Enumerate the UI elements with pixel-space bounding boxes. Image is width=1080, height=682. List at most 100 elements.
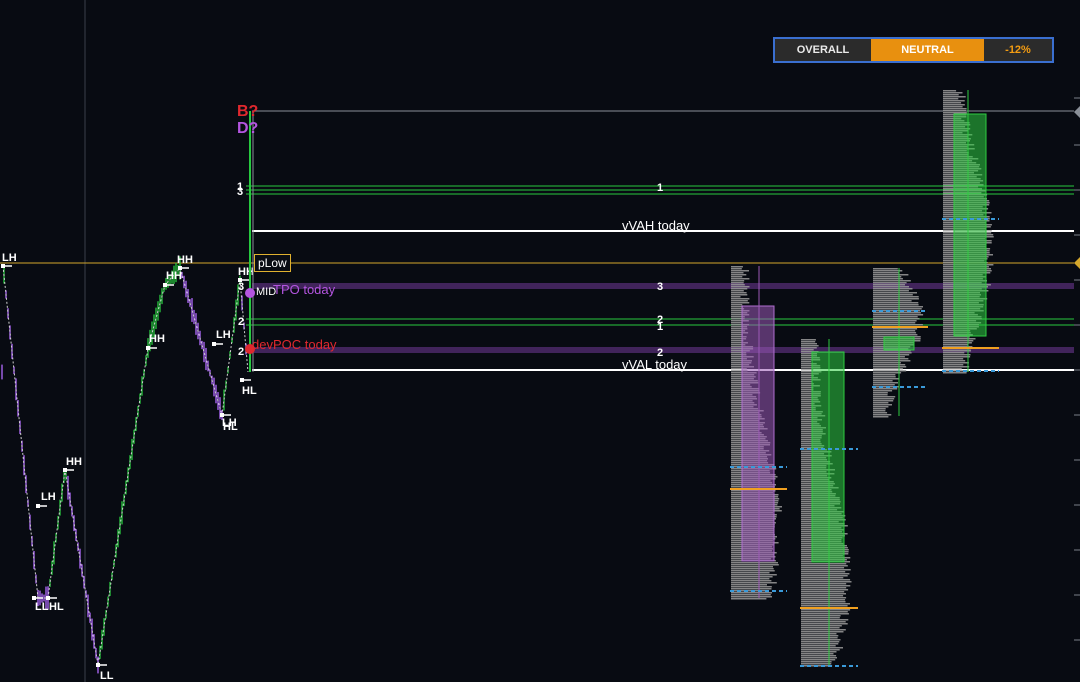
profile-bar	[873, 334, 918, 336]
vval-label: vVAL today	[622, 357, 688, 372]
profile-bar	[801, 569, 851, 571]
profile-bar	[731, 278, 750, 280]
count-label: 1	[657, 182, 663, 194]
profile-bar	[873, 394, 888, 396]
profile-bar	[731, 564, 779, 566]
profile-bar	[873, 366, 907, 368]
profile-bar	[801, 573, 850, 575]
profile-bar	[801, 647, 843, 649]
profile-bar	[801, 381, 813, 383]
vvah-label: vVAH today	[622, 218, 690, 233]
profile-bar	[943, 362, 969, 364]
devpoc-today-label: devPOC today	[252, 337, 337, 352]
profile-bar	[873, 354, 910, 356]
swing-label-hl-2: HL	[223, 421, 238, 433]
profile-bar	[731, 576, 773, 578]
profile-bar	[873, 416, 889, 418]
profile-bar	[731, 284, 745, 286]
profile-bar	[731, 568, 774, 570]
profile-bar	[801, 641, 840, 643]
profile-bar	[873, 328, 918, 330]
profile-bar	[731, 562, 778, 564]
profile-bar	[801, 605, 848, 607]
profile-bar	[801, 645, 836, 647]
swing-label-ll-2: LL	[100, 670, 114, 682]
profile-bar	[731, 306, 744, 308]
neutral-state-badge: NEUTRAL	[871, 39, 984, 61]
status-panel: OVERALL NEUTRAL -12%	[773, 37, 1054, 63]
swing-label-hl-1: HL	[49, 601, 64, 613]
profile-bar	[801, 635, 839, 637]
profile-bar	[801, 649, 840, 651]
profile-bar	[873, 292, 917, 294]
profile-bar	[943, 372, 967, 374]
profile-bar	[873, 302, 919, 304]
profile-bar	[873, 268, 898, 270]
profile-bar	[731, 304, 743, 306]
profile-bar	[801, 575, 848, 577]
profile-bar	[943, 106, 963, 108]
profile-bar	[943, 340, 974, 342]
profile-bar	[731, 588, 772, 590]
profile-bar	[873, 372, 902, 374]
profile-bar	[873, 332, 917, 334]
profile-bar	[801, 657, 837, 659]
value-area-purple	[741, 305, 775, 562]
profile-bar	[731, 272, 744, 274]
profile-bar	[873, 358, 909, 360]
price-chart[interactable]: LH HH HH HH HH LH HH LH LL LH HL LL HL H…	[0, 0, 1080, 682]
profile-bar	[943, 356, 971, 358]
d-marker-label: D?	[237, 120, 258, 137]
profile-bar	[873, 396, 896, 398]
profile-bar	[873, 288, 913, 290]
profile-bar	[731, 270, 749, 272]
profile-bar	[873, 300, 912, 302]
profile-bar	[873, 410, 886, 412]
profile-bar	[731, 584, 767, 586]
profile-bar	[943, 96, 966, 98]
profile-bar	[943, 108, 967, 110]
profile-bar	[873, 278, 903, 280]
value-area-green-1	[811, 351, 845, 563]
profile-bar	[873, 392, 888, 394]
profile-bar	[731, 282, 744, 284]
profile-bar	[731, 292, 747, 294]
price-axis-ticks	[1074, 97, 1080, 641]
profile-bar	[731, 566, 773, 568]
profile-bar	[873, 414, 892, 416]
profile-bar	[943, 100, 965, 102]
profile-bar	[801, 623, 848, 625]
profile-bar	[873, 322, 916, 324]
swing-label-lh-3: LH	[41, 491, 56, 503]
profile-bar	[801, 347, 817, 349]
profile-bar	[731, 334, 743, 336]
profile-bar	[801, 563, 847, 565]
profile-bar	[873, 308, 922, 310]
profile-bar	[801, 625, 842, 627]
profile-bar	[801, 577, 844, 579]
profile-bar	[731, 276, 743, 278]
count-label: 2	[238, 346, 244, 358]
profile-bar	[731, 594, 771, 596]
profile-bar	[873, 400, 894, 402]
profile-bar	[873, 306, 923, 308]
profile-bar	[801, 601, 846, 603]
profile-bar	[873, 382, 898, 384]
profile-bar	[801, 587, 847, 589]
tpo-dot	[245, 288, 255, 298]
profile-bar	[943, 110, 966, 112]
profile-bar	[801, 633, 837, 635]
profile-bar	[873, 352, 912, 354]
count-label: 1	[657, 321, 663, 333]
profile-bar	[873, 280, 911, 282]
swing-label-hh-5: HH	[66, 456, 82, 468]
profile-bar	[873, 356, 905, 358]
profile-bar	[943, 364, 964, 366]
profile-bar	[731, 598, 767, 600]
profile-bar	[943, 350, 971, 352]
profile-bar	[943, 338, 976, 340]
profile-bar	[801, 591, 845, 593]
profile-bar	[943, 360, 966, 362]
profile-bar	[731, 596, 772, 598]
profile-bar	[731, 286, 750, 288]
